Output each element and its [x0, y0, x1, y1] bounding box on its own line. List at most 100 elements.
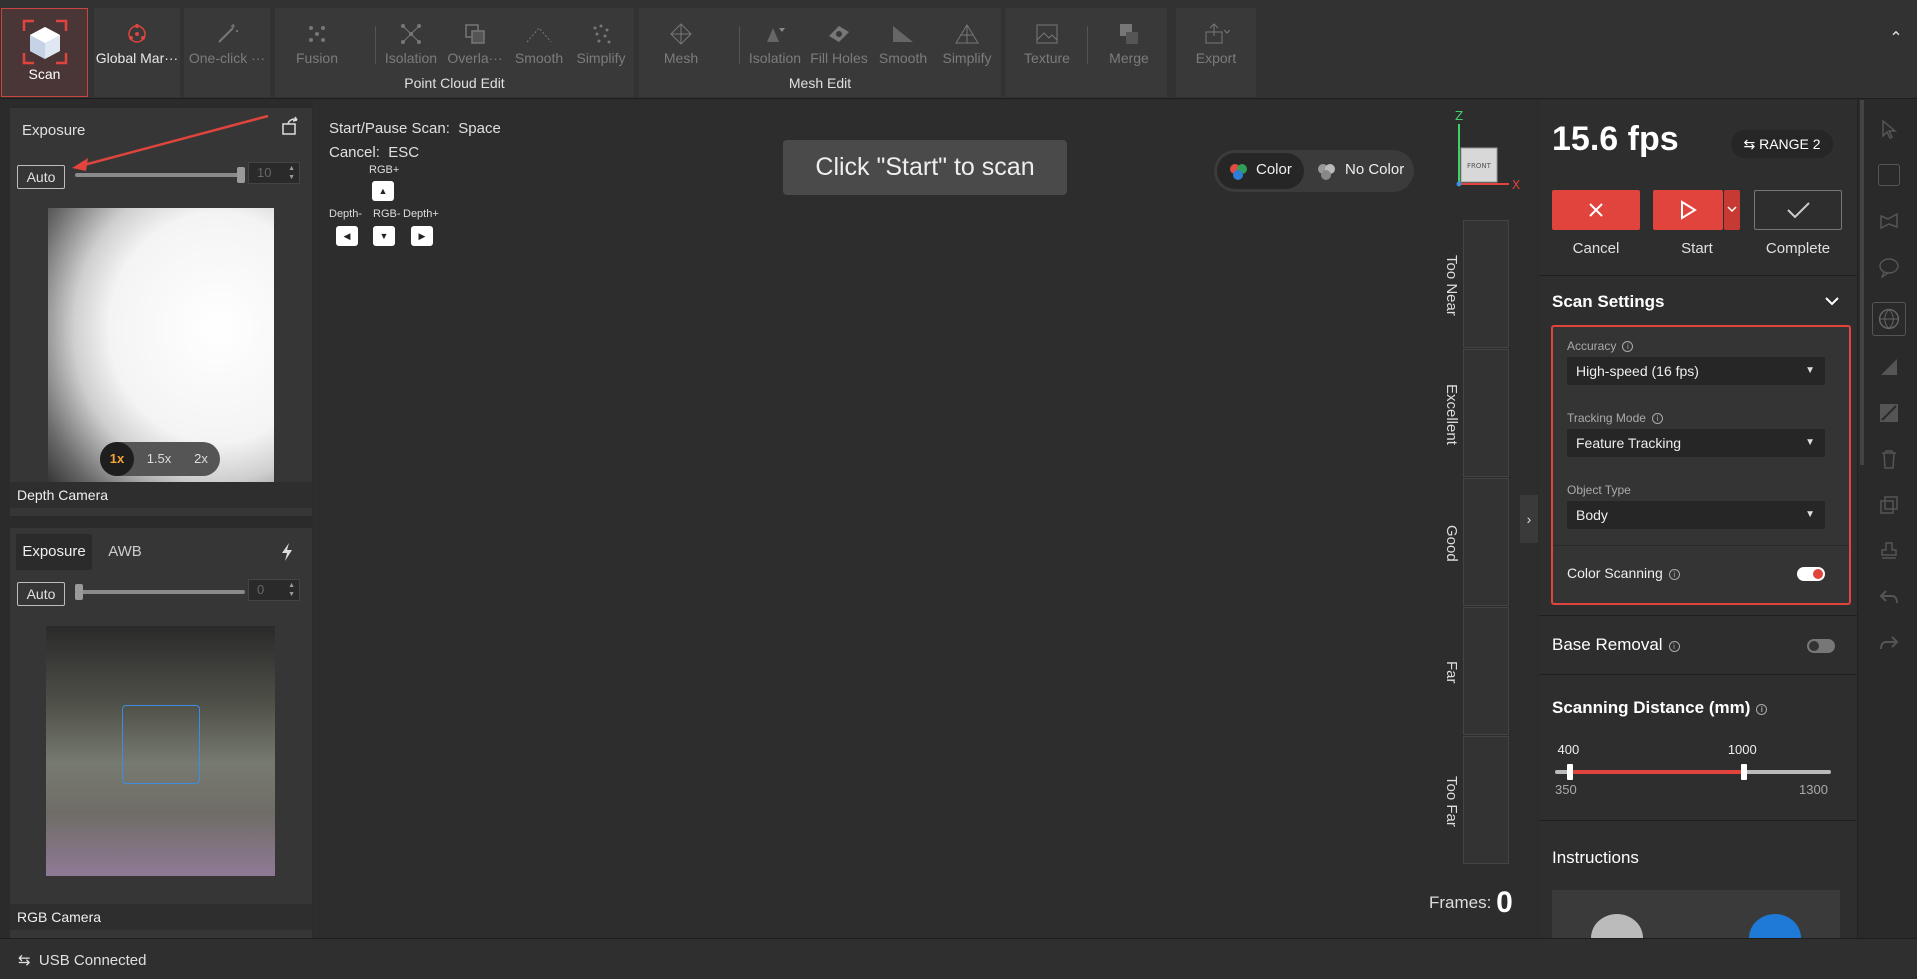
axis-cube-face: FRONT	[1467, 162, 1492, 170]
key-right-icon[interactable]: ▶	[411, 226, 433, 246]
info-icon[interactable]: i	[1668, 569, 1680, 580]
rgb-exposure-slider[interactable]	[75, 590, 245, 594]
info-icon[interactable]: i	[1668, 641, 1680, 652]
fill-holes-icon	[829, 26, 849, 42]
mesh-isolation-button[interactable]: Isolation	[743, 8, 807, 74]
texture-icon	[1036, 24, 1058, 44]
cursor-icon[interactable]	[1878, 118, 1900, 140]
rgb-auto-button[interactable]: Auto	[17, 582, 65, 606]
color-mode-toggle[interactable]: Color No Color	[1214, 150, 1414, 192]
scanning-distance-slider[interactable]	[1555, 764, 1831, 780]
copy-icon[interactable]	[1878, 494, 1900, 516]
rgb-exposure-knob[interactable]	[75, 584, 83, 600]
axis-gizmo-icon[interactable]: FRONT Z X	[1445, 110, 1525, 200]
hide-icon[interactable]	[1878, 402, 1900, 424]
object-type-select[interactable]: Body ▼	[1567, 501, 1825, 529]
pc-isolation-button[interactable]: Isolation	[379, 8, 443, 74]
start-label: Start	[1681, 240, 1713, 257]
distance-level: Excellent	[1443, 349, 1509, 477]
stamp-icon[interactable]	[1878, 540, 1900, 562]
accuracy-select[interactable]: High-speed (16 fps) ▼	[1567, 357, 1825, 385]
trash-icon[interactable]	[1878, 448, 1900, 470]
one-click-group: One-click ···	[184, 8, 270, 97]
depth-auto-button[interactable]: Auto	[17, 165, 65, 189]
info-icon[interactable]: i	[1756, 704, 1768, 715]
reset-icon[interactable]	[280, 116, 300, 136]
scan-viewport[interactable]: Start/Pause Scan: Space Cancel: ESC RGB+…	[313, 100, 1537, 938]
mesh-button[interactable]: Mesh	[649, 8, 713, 74]
key-down-icon[interactable]: ▼	[373, 226, 395, 246]
key-up-icon[interactable]: ▲	[372, 181, 394, 201]
zoom-selector[interactable]: 1x 1.5x 2x	[100, 442, 220, 476]
sphere-icon[interactable]	[1872, 302, 1906, 336]
pc-fusion-button[interactable]: Fusion	[285, 8, 349, 74]
zoom-1-5x-option[interactable]: 1.5x	[142, 442, 176, 476]
redo-icon[interactable]	[1878, 632, 1900, 654]
hint-cancel: Cancel: ESC	[329, 144, 419, 161]
scan-tool-button[interactable]: Scan	[1, 8, 88, 97]
mesh-smooth-button[interactable]: Smooth	[871, 8, 935, 74]
pc-simplify-label: Simplify	[576, 50, 626, 66]
depth-exposure-knob[interactable]	[237, 167, 245, 183]
one-click-label: One-click ···	[188, 50, 266, 66]
rgb-exposure-input[interactable]: 0 ▲ ▼	[248, 579, 300, 601]
tab-awb[interactable]: AWB	[98, 534, 152, 570]
one-click-button[interactable]: One-click ···	[184, 8, 270, 74]
depth-exposure-slider[interactable]	[75, 173, 245, 177]
distance-high-knob[interactable]	[1740, 764, 1747, 780]
complete-button[interactable]	[1754, 190, 1842, 230]
zoom-2x-option[interactable]: 2x	[184, 442, 218, 476]
depth-camera-caption: Depth Camera	[10, 482, 312, 508]
cancel-button[interactable]	[1552, 190, 1640, 230]
collapse-right-panel-icon[interactable]: ›	[1520, 495, 1538, 543]
export-button[interactable]: Export	[1176, 8, 1256, 74]
pc-smooth-button[interactable]: Smooth	[507, 8, 571, 74]
base-removal-toggle[interactable]	[1807, 639, 1835, 653]
color-scanning-toggle[interactable]	[1797, 567, 1825, 581]
key-left-icon[interactable]: ◀	[336, 226, 358, 246]
global-markers-group: Global Mar···	[94, 8, 180, 97]
rect-select-icon[interactable]	[1878, 164, 1900, 186]
pc-simplify-button[interactable]: Simplify	[569, 8, 633, 74]
comment-icon[interactable]	[1878, 256, 1900, 278]
device-badge[interactable]: ⇆ RANGE 2	[1731, 130, 1833, 158]
mesh-isolation-icon	[767, 28, 785, 42]
frames-counter: Frames: 0	[1429, 886, 1513, 920]
merge-button[interactable]: Merge	[1097, 8, 1161, 74]
distance-low-value: 400	[1557, 742, 1580, 757]
spinner-arrows-icon[interactable]: ▲ ▼	[288, 164, 295, 182]
chevron-up-icon[interactable]: ⌃	[1885, 28, 1907, 50]
sidebar-scrollbar[interactable]	[1860, 100, 1864, 465]
start-options-button[interactable]	[1724, 190, 1740, 230]
mesh-fill-holes-button[interactable]: Fill Holes	[807, 8, 871, 74]
spinner-arrows-icon[interactable]: ▲ ▼	[288, 581, 295, 599]
distance-low-knob[interactable]	[1566, 764, 1573, 780]
lasso-icon[interactable]	[1878, 210, 1900, 232]
focus-region-box[interactable]	[122, 705, 200, 784]
start-scan-prompt: Click "Start" to scan	[783, 140, 1067, 195]
cancel-label: Cancel	[1572, 240, 1620, 257]
chevron-down-icon[interactable]	[1824, 294, 1840, 308]
undo-icon[interactable]	[1878, 586, 1900, 608]
mesh-simplify-button[interactable]: Simplify	[935, 8, 999, 74]
status-bar: ⇆ USB Connected	[0, 938, 1917, 979]
tracking-mode-select[interactable]: Feature Tracking ▼	[1567, 429, 1825, 457]
texture-button[interactable]: Texture	[1015, 8, 1079, 74]
depth-exposure-input[interactable]: 10 ▲ ▼	[248, 162, 300, 184]
overlap-icon	[465, 24, 485, 44]
distance-level: Too Near	[1443, 220, 1509, 348]
pc-overlap-label: Overla···	[447, 50, 503, 66]
tab-exposure[interactable]: Exposure	[16, 534, 92, 570]
zoom-1x-option[interactable]: 1x	[100, 442, 134, 476]
global-markers-button[interactable]: Global Mar···	[94, 8, 180, 74]
mesh-label: Mesh	[663, 50, 699, 66]
start-button[interactable]	[1653, 190, 1723, 230]
check-icon	[1787, 202, 1810, 219]
flash-icon[interactable]	[280, 542, 294, 562]
info-icon[interactable]: i	[1651, 413, 1663, 424]
pc-smooth-label: Smooth	[514, 50, 564, 66]
plane-cut-icon[interactable]	[1878, 356, 1900, 378]
toggle-knob	[1809, 641, 1819, 651]
pc-overlap-button[interactable]: Overla···	[443, 8, 507, 74]
info-icon[interactable]: i	[1622, 341, 1634, 352]
